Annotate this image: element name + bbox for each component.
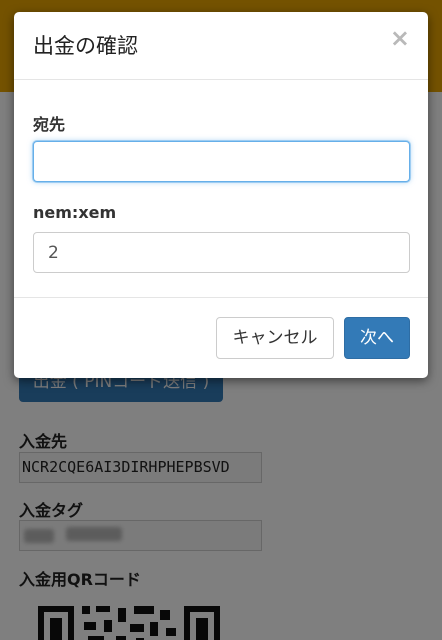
destination-input[interactable] (33, 141, 410, 182)
dialog-body: 宛先 nem:xem (14, 80, 428, 298)
close-icon[interactable]: × (390, 25, 410, 51)
amount-label: nem:xem (33, 203, 117, 222)
dialog-footer: キャンセル 次へ (14, 298, 428, 378)
dialog-title: 出金の確認 (33, 34, 138, 58)
next-button[interactable]: 次へ (344, 317, 410, 359)
amount-input[interactable] (33, 232, 410, 273)
cancel-button[interactable]: キャンセル (216, 317, 334, 359)
destination-label: 宛先 (33, 115, 66, 134)
withdraw-confirm-dialog: 出金の確認 × 宛先 nem:xem キャンセル 次へ (14, 12, 428, 378)
dialog-header: 出金の確認 × (14, 12, 428, 80)
